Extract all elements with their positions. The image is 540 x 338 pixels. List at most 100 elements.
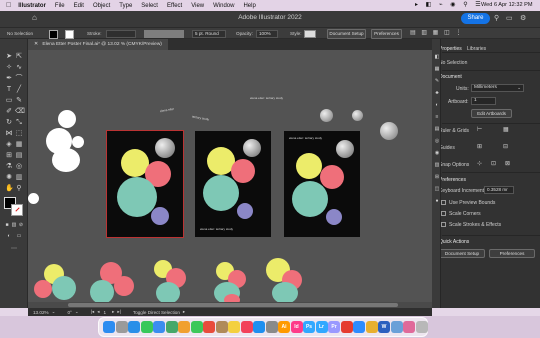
status-icons[interactable]: ▸ ◧ ⌁ ◉ ⚲ ☰	[415, 1, 484, 8]
systemprefs-icon[interactable]	[265, 321, 278, 333]
edit-toolbar-icon[interactable]: ⋯	[10, 245, 18, 253]
menu-object[interactable]: Object	[93, 3, 110, 9]
magic-wand-icon[interactable]: ✧	[5, 64, 13, 72]
menu-file[interactable]: File	[55, 3, 65, 9]
maps-icon[interactable]	[165, 321, 178, 333]
white-circle-shape[interactable]	[28, 193, 39, 204]
scale-corners-checkbox[interactable]	[441, 211, 446, 216]
facetime-icon[interactable]	[190, 321, 203, 333]
zoom-tool-icon[interactable]: ⚲	[15, 185, 23, 193]
appstore-icon[interactable]	[253, 321, 265, 333]
lock-guides-icon[interactable]: ⊟	[503, 143, 508, 150]
grey-sphere-shape[interactable]	[320, 109, 333, 122]
id-icon[interactable]: Id	[290, 321, 303, 333]
curved-text-1[interactable]: elena etter	[160, 107, 175, 113]
line-tool-icon[interactable]: ╱	[15, 86, 23, 94]
style-swatch[interactable]	[304, 30, 316, 38]
horizontal-scrollbar-thumb[interactable]	[68, 303, 398, 307]
brush-field[interactable]: 5 pt. Round	[192, 30, 226, 38]
pr-icon[interactable]: Pr	[328, 321, 340, 333]
canvas[interactable]: elena etter tertiary study elena etter: …	[28, 50, 432, 308]
snap-point-icon[interactable]: ⊹	[477, 160, 482, 167]
appearance-icon[interactable]: ◉	[433, 149, 441, 157]
guides-icon[interactable]: ⊞	[477, 143, 482, 150]
lasso-icon[interactable]: ∿	[15, 64, 23, 72]
color-panel-icon[interactable]: ●	[433, 197, 441, 205]
notes-icon[interactable]	[228, 321, 240, 333]
artboard-2[interactable]: elena etter: tertiary study	[195, 131, 271, 237]
tab-properties[interactable]: Properties	[439, 46, 462, 52]
top-floating-text[interactable]: elena etter: tertiary study	[250, 96, 283, 100]
search-icon[interactable]: ⚲	[494, 14, 499, 22]
stroke-weight-field[interactable]	[106, 30, 136, 38]
grey-sphere-shape[interactable]	[380, 122, 398, 140]
calendar-icon[interactable]	[203, 321, 215, 333]
edit-artboards-button[interactable]: Edit Artboards	[471, 109, 512, 118]
artboard-select[interactable]: 1	[471, 97, 496, 105]
tab-libraries[interactable]: Libraries	[467, 46, 486, 52]
stroke-panel-icon[interactable]: ≡	[433, 113, 441, 121]
photos-icon[interactable]	[178, 321, 190, 333]
pen-tool-icon[interactable]: ✒	[5, 75, 13, 83]
next-artboard-icon[interactable]: ▸	[112, 309, 114, 315]
panel-document-setup-button[interactable]: Document Setup	[439, 249, 485, 258]
menu-window[interactable]: Window	[213, 3, 234, 9]
transparency-icon[interactable]: ◎	[433, 137, 441, 145]
graph-tool-icon[interactable]: ▥	[15, 174, 23, 182]
variable-width-profile[interactable]	[144, 30, 184, 38]
word-icon[interactable]: W	[378, 321, 390, 333]
curvature-tool-icon[interactable]: ⌒	[15, 75, 23, 83]
brushes-icon[interactable]: ✎	[433, 77, 441, 85]
transform-panel-icon[interactable]: ⊞	[433, 173, 441, 181]
chevron-down-icon[interactable]: ⌄	[75, 309, 79, 315]
hand-tool-icon[interactable]: ✋	[5, 185, 14, 193]
lr-icon[interactable]: Lr	[315, 321, 328, 333]
status-artboard-value[interactable]: 1	[104, 310, 107, 315]
gradient-panel-icon[interactable]: ▤	[433, 125, 441, 133]
units-select[interactable]: Millimeters ⌄	[471, 84, 524, 92]
keyboard-increment-field[interactable]: 0.3528 mr	[484, 186, 514, 194]
pink-circle[interactable]	[114, 276, 134, 296]
panel-preferences-button[interactable]: Preferences	[489, 249, 535, 258]
arrange-icon[interactable]: ⚙	[520, 14, 526, 22]
zoom-icon[interactable]	[353, 321, 365, 333]
zoom-value[interactable]: 13.02%	[33, 310, 49, 315]
last-artboard-icon[interactable]: ▸|	[117, 309, 121, 315]
teal-circle[interactable]	[52, 276, 76, 300]
menu-select[interactable]: Select	[141, 3, 158, 9]
mesh-tool-icon[interactable]: ⊞	[5, 152, 13, 160]
blend-tool-icon[interactable]: ◎	[15, 163, 23, 171]
white-circle-shape[interactable]	[58, 110, 76, 128]
pathfinder-icon[interactable]: ◫	[433, 185, 441, 193]
eraser-icon[interactable]: ⌫	[15, 108, 25, 116]
apple-icon[interactable]: 	[6, 2, 11, 9]
snap-glyph-icon[interactable]: ⊠	[505, 160, 510, 167]
safari-icon[interactable]	[128, 321, 140, 333]
preferences-button[interactable]: Preferences	[371, 29, 402, 39]
shaper-tool-icon[interactable]: ✐	[5, 108, 13, 116]
photos2-icon[interactable]	[403, 321, 415, 333]
finder-icon[interactable]	[103, 321, 115, 333]
ruler-icon[interactable]: ⊢	[477, 126, 482, 133]
grid-icon[interactable]: ▦	[503, 126, 509, 133]
menu-edit[interactable]: Edit	[74, 3, 84, 9]
menu-help[interactable]: Help	[243, 3, 255, 9]
menu-app-name[interactable]: Illustrator	[18, 3, 46, 9]
align-panel-icon[interactable]: ▥	[433, 161, 441, 169]
scale-strokes-checkbox[interactable]	[441, 222, 446, 227]
close-tab-icon[interactable]: ✕	[34, 42, 38, 47]
status-expand-icon[interactable]: ▸	[183, 309, 185, 315]
white-circle-shape[interactable]	[72, 136, 84, 148]
direct-selection-tool-icon[interactable]: ⇱	[15, 53, 23, 61]
curved-text-2[interactable]: tertiary study	[192, 115, 210, 122]
stroke-swatch[interactable]	[65, 30, 74, 39]
eyedropper-icon[interactable]: ⚗	[5, 163, 13, 171]
ai-icon[interactable]: Ai	[278, 321, 290, 333]
draw-mode-icon[interactable]: ◐	[5, 232, 13, 240]
swatches-icon[interactable]: ▦	[433, 65, 441, 73]
fill-swatch[interactable]	[49, 30, 58, 39]
prev-artboard-icon[interactable]: ◂	[97, 309, 99, 315]
type-tool-icon[interactable]: T	[5, 86, 13, 94]
mail-icon[interactable]	[153, 321, 165, 333]
symbol-sprayer-icon[interactable]: ✺	[5, 174, 13, 182]
